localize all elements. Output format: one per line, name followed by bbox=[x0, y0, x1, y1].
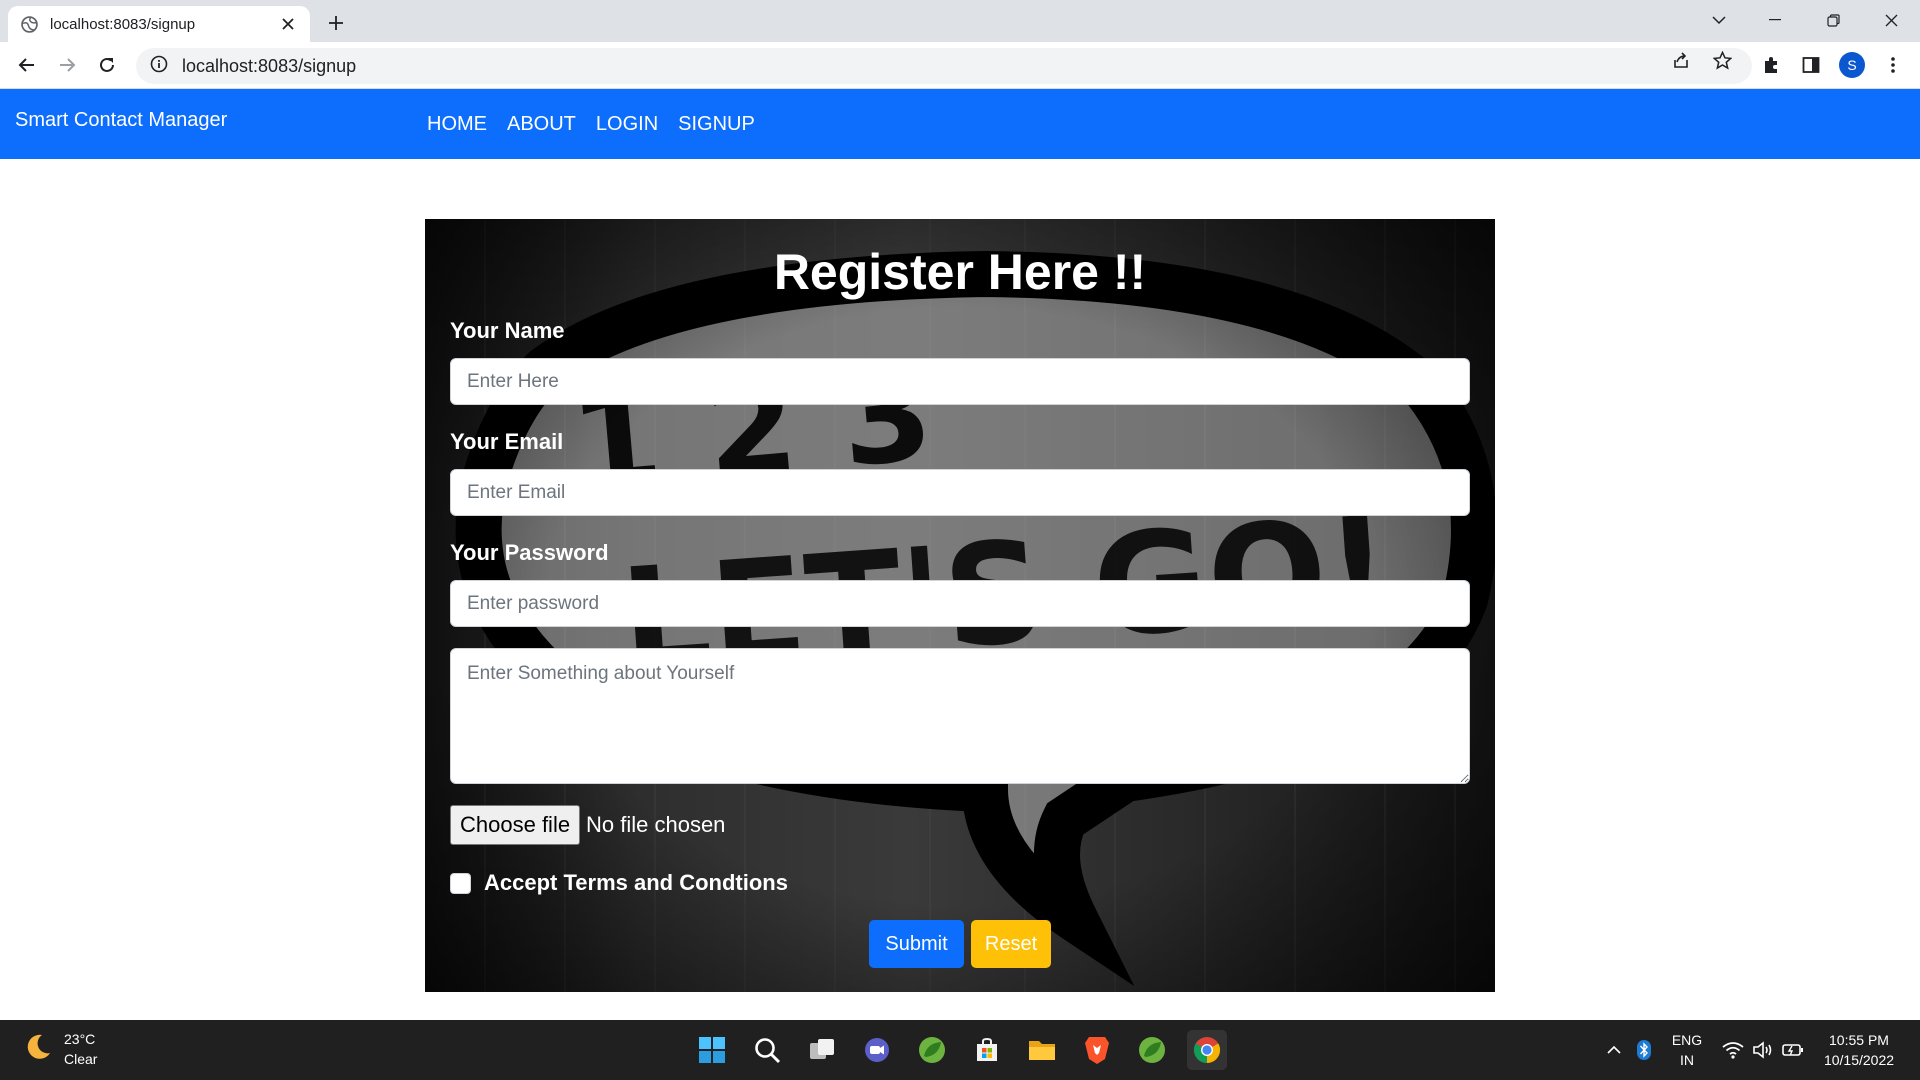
tab-search-icon[interactable] bbox=[1696, 4, 1742, 36]
register-form: Register Here !! Your Name Your Email Yo… bbox=[425, 219, 1495, 992]
windows-taskbar: 23°C Clear ENG IN 10:55 PM 10/15/2022 bbox=[0, 1020, 1920, 1080]
wifi-icon[interactable] bbox=[1720, 1020, 1746, 1080]
name-label: Your Name bbox=[450, 318, 565, 343]
submit-button[interactable]: Submit bbox=[869, 920, 964, 968]
weather-widget[interactable]: 23°C Clear bbox=[22, 1029, 97, 1069]
file-status-text: No file chosen bbox=[586, 812, 726, 837]
reset-button[interactable]: Reset bbox=[971, 920, 1051, 968]
back-icon[interactable] bbox=[11, 49, 43, 81]
side-panel-icon[interactable] bbox=[1795, 49, 1827, 81]
file-explorer-icon[interactable] bbox=[1022, 1030, 1062, 1070]
volume-icon[interactable] bbox=[1750, 1020, 1776, 1080]
reload-icon[interactable] bbox=[91, 49, 123, 81]
terms-label: Accept Terms and Condtions bbox=[484, 870, 788, 895]
nav-links: HOME ABOUT LOGIN SIGNUP bbox=[427, 113, 755, 136]
bluetooth-icon[interactable] bbox=[1630, 1020, 1658, 1080]
about-textarea[interactable] bbox=[450, 648, 1470, 784]
form-title: Register Here !! bbox=[773, 244, 1147, 300]
globe-icon bbox=[20, 15, 38, 33]
extensions-icon[interactable] bbox=[1755, 49, 1787, 81]
tab-title: localhost:8083/signup bbox=[50, 15, 196, 33]
meet-icon[interactable] bbox=[857, 1030, 897, 1070]
clock-time: 10:55 PM bbox=[1829, 1032, 1889, 1048]
app-navbar: Smart Contact Manager HOME ABOUT LOGIN S… bbox=[0, 89, 1920, 159]
profile-initial: S bbox=[1839, 52, 1865, 78]
name-input[interactable] bbox=[450, 358, 1470, 405]
browser-toolbar: localhost:8083/signup S bbox=[0, 42, 1920, 89]
spring-tools-icon[interactable] bbox=[1132, 1030, 1172, 1070]
new-tab-button[interactable] bbox=[322, 9, 350, 37]
more-menu-icon[interactable] bbox=[1877, 49, 1909, 81]
nav-signup-link[interactable]: SIGNUP bbox=[678, 113, 755, 136]
language-top: ENG bbox=[1671, 1032, 1703, 1048]
clock[interactable]: 10:55 PM 10/15/2022 bbox=[1816, 1020, 1902, 1080]
moon-icon bbox=[22, 1031, 54, 1068]
weather-temp: 23°C bbox=[64, 1031, 96, 1047]
register-card: 1 2 3 LET'S GO! Register Here !! Your Na… bbox=[425, 219, 1495, 992]
chrome-icon[interactable] bbox=[1187, 1030, 1227, 1070]
bookmark-star-icon[interactable] bbox=[1712, 50, 1732, 70]
weather-desc: Clear bbox=[64, 1051, 98, 1067]
email-label: Your Email bbox=[450, 429, 564, 454]
url-text: localhost:8083/signup bbox=[182, 55, 357, 76]
close-window-button[interactable] bbox=[1868, 4, 1914, 36]
task-view-icon[interactable] bbox=[802, 1030, 842, 1070]
clock-date: 10/15/2022 bbox=[1823, 1052, 1895, 1068]
profile-avatar[interactable]: S bbox=[1836, 49, 1868, 81]
password-input[interactable] bbox=[450, 580, 1470, 627]
start-icon[interactable] bbox=[692, 1030, 732, 1070]
nav-login-link[interactable]: LOGIN bbox=[596, 113, 658, 136]
nav-home-link[interactable]: HOME bbox=[427, 113, 487, 136]
terms-checkbox[interactable] bbox=[450, 873, 471, 894]
forward-icon[interactable] bbox=[51, 49, 83, 81]
minimize-button[interactable] bbox=[1752, 4, 1798, 36]
language-indicator[interactable]: ENG IN bbox=[1665, 1020, 1709, 1080]
search-icon[interactable] bbox=[747, 1030, 787, 1070]
chevron-up-icon[interactable] bbox=[1600, 1020, 1628, 1080]
browser-tab[interactable]: localhost:8083/signup bbox=[8, 6, 310, 42]
site-info-icon[interactable] bbox=[150, 55, 168, 78]
nav-about-link[interactable]: ABOUT bbox=[507, 113, 576, 136]
password-label: Your Password bbox=[450, 540, 609, 565]
browser-tab-strip: localhost:8083/signup bbox=[0, 0, 1920, 42]
share-icon[interactable] bbox=[1671, 50, 1691, 70]
store-icon[interactable] bbox=[967, 1030, 1007, 1070]
address-bar[interactable]: localhost:8083/signup bbox=[136, 48, 1752, 84]
spring-tools-icon[interactable] bbox=[912, 1030, 952, 1070]
brand-link[interactable]: Smart Contact Manager bbox=[15, 109, 227, 132]
restore-button[interactable] bbox=[1810, 4, 1856, 36]
close-tab-icon[interactable] bbox=[278, 14, 298, 34]
brave-icon[interactable] bbox=[1077, 1030, 1117, 1070]
email-input[interactable] bbox=[450, 469, 1470, 516]
choose-file-button[interactable]: Choose file bbox=[450, 805, 581, 845]
language-bottom: IN bbox=[1680, 1052, 1694, 1068]
battery-icon[interactable] bbox=[1780, 1020, 1806, 1080]
weather-text: 23°C Clear bbox=[64, 1029, 97, 1069]
